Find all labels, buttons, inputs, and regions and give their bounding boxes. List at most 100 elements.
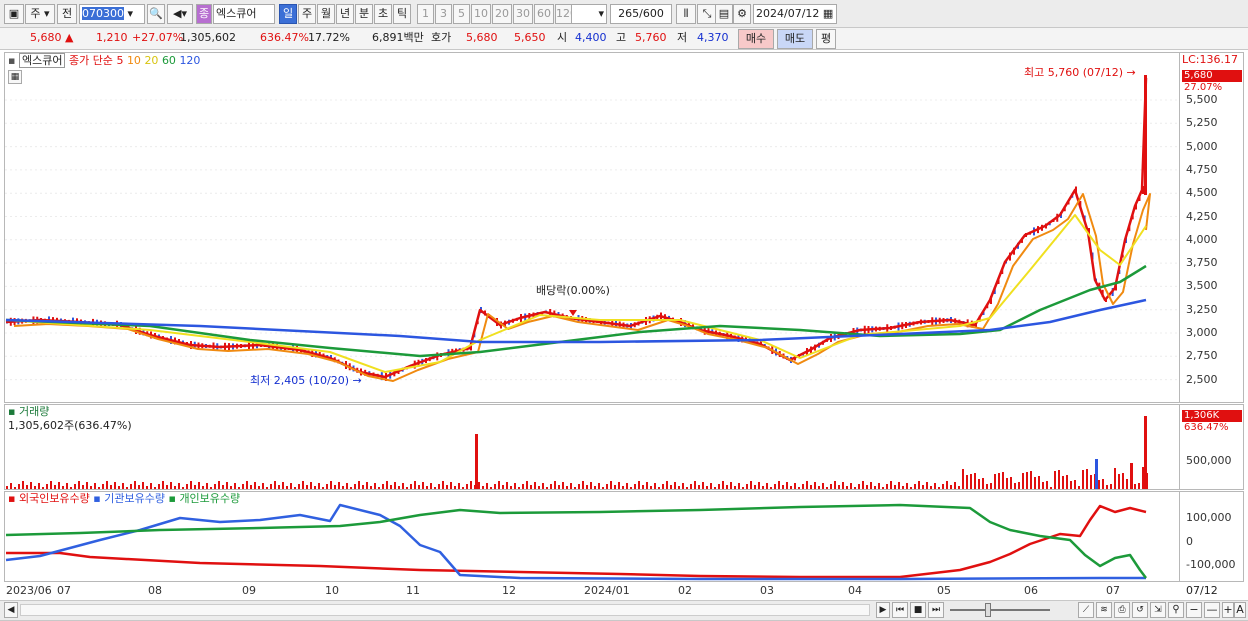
zoom-out-icon[interactable]: ⚲ (1168, 602, 1184, 618)
volume-bar (126, 487, 128, 489)
fib-tool-icon[interactable]: ≋ (1096, 602, 1112, 618)
foreign-legend-text: 외국인보유수량 (18, 492, 90, 505)
volume-bar (746, 484, 748, 489)
volume-bar (774, 484, 776, 489)
volume-bar (822, 483, 824, 489)
volume-bar (458, 483, 460, 489)
volume-bar (786, 482, 788, 489)
volume-bar (1106, 485, 1108, 489)
x-axis-label: 07 (1106, 584, 1120, 597)
export-icon[interactable]: ⇲ (1150, 602, 1166, 618)
crosshair-icon[interactable]: — (1204, 602, 1220, 618)
price-ytick: 2,750 (1186, 349, 1218, 363)
dividend-annotation: 배당락(0.00%) (536, 284, 610, 297)
volume-bar (714, 487, 716, 489)
print-icon[interactable]: ⎙ (1114, 602, 1130, 618)
lc-label: LC:136.17 (1182, 53, 1239, 66)
volume-bar (898, 482, 900, 489)
calendar-icon[interactable]: ▦ (8, 70, 22, 84)
rewind-button[interactable]: ⏮ (892, 602, 908, 618)
x-axis-label: 11 (406, 584, 420, 597)
individual-legend-text: 개인보유수량 (179, 492, 241, 505)
volume-bar (810, 485, 812, 489)
volume-bar (1078, 486, 1080, 489)
font-size-icon[interactable]: A (1234, 602, 1246, 618)
scroll-left-button[interactable]: ◀ (4, 602, 18, 618)
volume-bar (854, 487, 856, 489)
volume-bar (794, 483, 796, 489)
volume-bar (258, 486, 260, 489)
volume-bar (578, 484, 580, 489)
settings-icon[interactable]: ▪ (8, 54, 15, 67)
volume-bar (214, 484, 216, 489)
volume-bar (166, 485, 168, 489)
volume-bar (282, 482, 284, 489)
volume-bar (554, 481, 556, 489)
volume-bar (634, 484, 636, 489)
volume-bar-spike (1130, 463, 1133, 489)
volume-bar (250, 485, 252, 489)
volume-bar (1138, 483, 1140, 489)
volume-bar (706, 486, 708, 489)
volume-bar (506, 482, 508, 489)
high-annotation: 최고 5,760 (07/12) → (1024, 66, 1136, 79)
volume-bar (302, 481, 304, 489)
volume-bar (562, 482, 564, 489)
volume-bar (666, 481, 668, 489)
volume-bar (674, 482, 676, 489)
volume-bar (454, 486, 456, 489)
volume-bar (734, 486, 736, 489)
minus-icon[interactable]: − (1186, 602, 1202, 618)
volume-bar (1142, 467, 1144, 489)
volume-bar (442, 481, 444, 489)
volume-bar (670, 485, 672, 489)
ma-period-5: 5 (116, 54, 124, 67)
volume-bar (962, 469, 964, 489)
stop-button[interactable]: ■ (910, 602, 926, 618)
scrollbar-track[interactable] (20, 604, 870, 616)
volume-bar (90, 486, 92, 489)
price-ytick: 5,500 (1186, 93, 1218, 106)
volume-bar (446, 485, 448, 489)
volume-bar (430, 483, 432, 489)
dividend-marker (569, 310, 577, 316)
volume-bar (906, 483, 908, 489)
volume-bar (158, 484, 160, 489)
volume-bar (410, 484, 412, 489)
volume-bar (226, 482, 228, 489)
volume-bar (1022, 473, 1024, 489)
volume-bar (362, 485, 364, 489)
line-tool-icon[interactable]: ⟋ (1078, 602, 1094, 618)
volume-bar (286, 486, 288, 489)
volume-bar (346, 483, 348, 489)
volume-bar (918, 481, 920, 489)
volume-bar (650, 486, 652, 489)
plus-icon[interactable]: + (1222, 602, 1234, 618)
zoom-slider[interactable] (950, 609, 1050, 611)
volume-bar (546, 487, 548, 489)
zoom-slider-thumb[interactable] (985, 603, 991, 617)
volume-bar (966, 475, 968, 489)
stock-name-label[interactable]: 엑스큐어 (18, 53, 66, 68)
history-icon[interactable]: ↺ (1132, 602, 1148, 618)
volume-bar (1070, 481, 1072, 489)
volume-bar (78, 481, 80, 489)
scroll-right-button[interactable]: ▶ (876, 602, 890, 618)
volume-bar (910, 487, 912, 489)
volume-bar (450, 482, 452, 489)
volume-bar (290, 483, 292, 489)
volume-bar (702, 482, 704, 489)
price-ytick: 3,500 (1186, 279, 1218, 293)
price-ytick: 4,000 (1186, 232, 1218, 246)
volume-bar (194, 485, 196, 489)
volume-bar (614, 485, 616, 489)
volume-bar (406, 487, 408, 489)
forward-button[interactable]: ⏭ (928, 602, 944, 618)
volume-bar (510, 486, 512, 489)
volume-bar (990, 483, 992, 489)
x-axis-label: 12 (502, 584, 516, 597)
volume-bar (38, 483, 40, 489)
volume-bar (858, 484, 860, 489)
volume-bar (790, 486, 792, 489)
volume-bar (754, 485, 756, 489)
